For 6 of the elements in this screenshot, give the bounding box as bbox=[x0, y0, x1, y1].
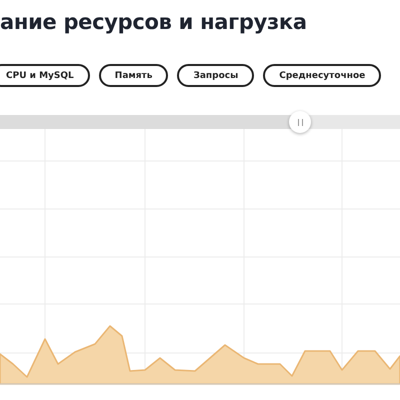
filter-button[interactable]: Запросы bbox=[177, 64, 254, 87]
filter-button[interactable]: Память bbox=[98, 64, 168, 87]
page-title: ание ресурсов и нагрузка bbox=[0, 9, 308, 36]
filter-button[interactable]: Среднесуточное bbox=[263, 64, 382, 87]
slider-handle[interactable] bbox=[289, 111, 311, 133]
filter-button[interactable]: CPU и MySQL bbox=[0, 64, 90, 87]
